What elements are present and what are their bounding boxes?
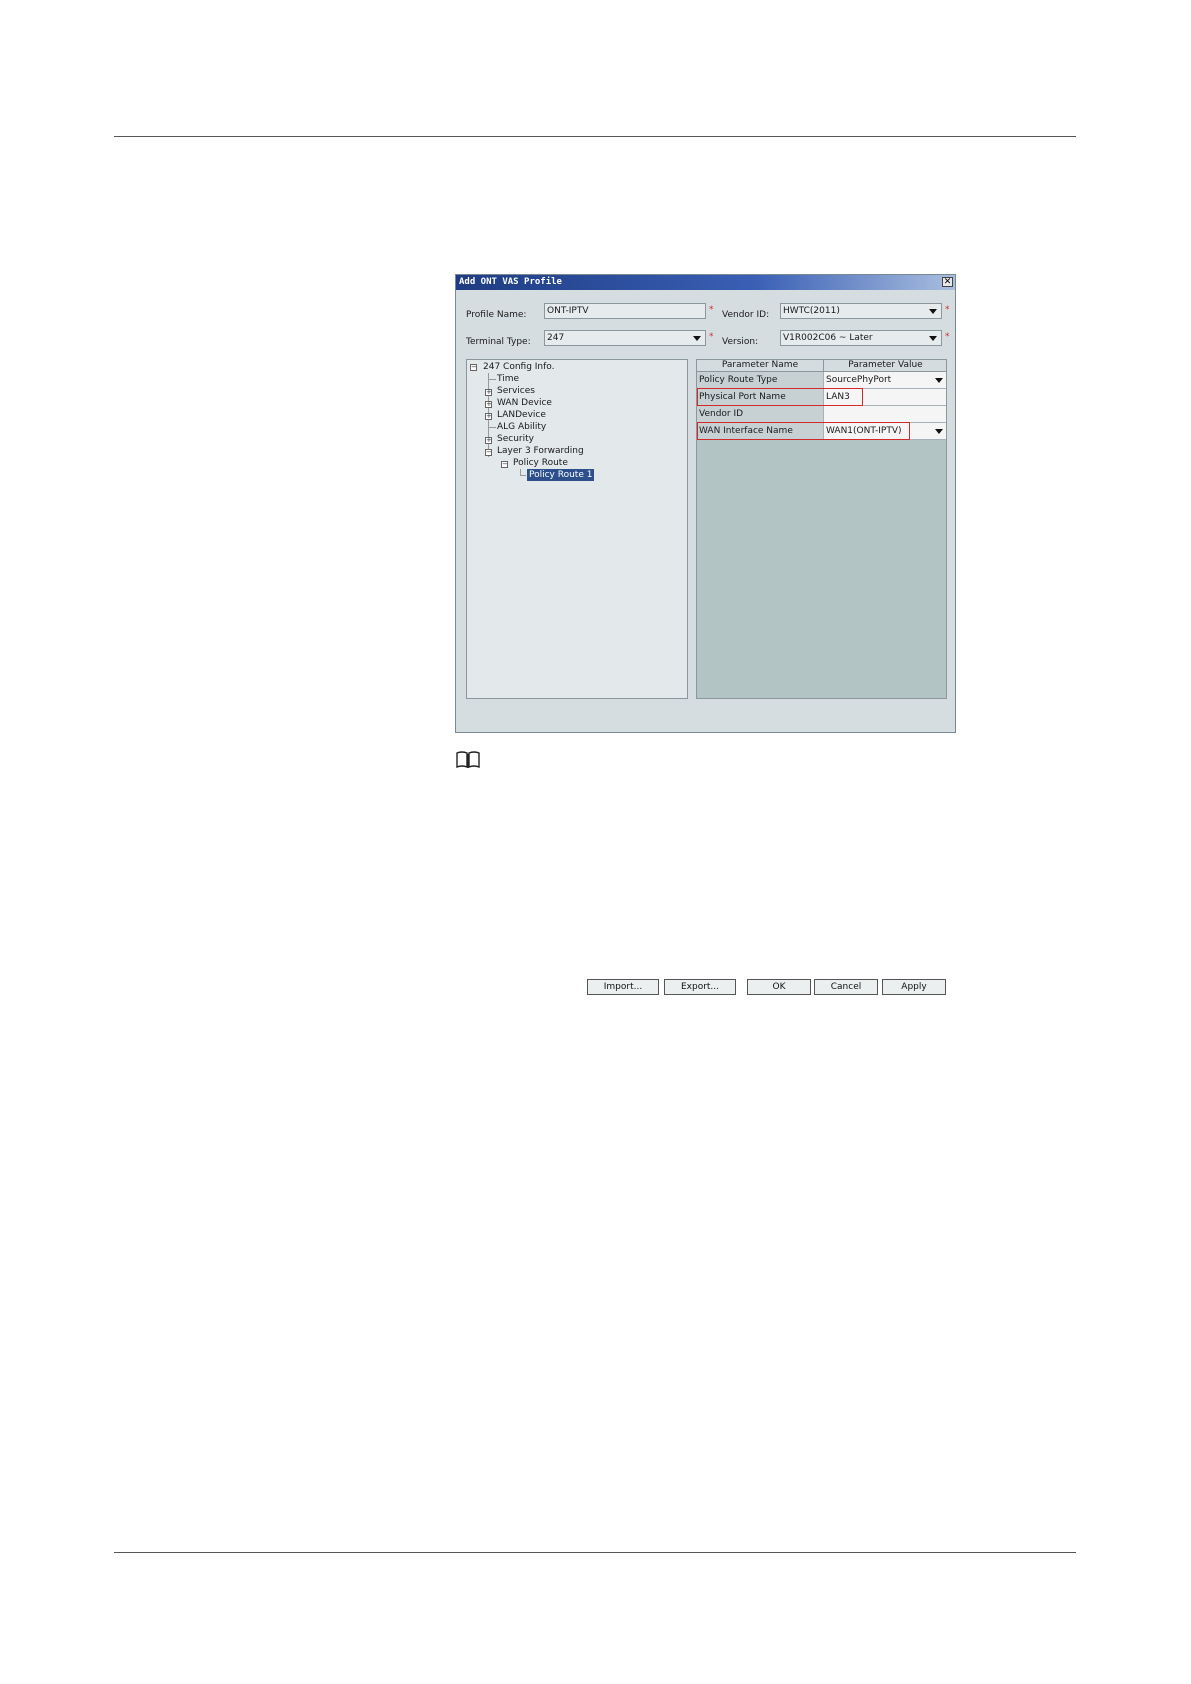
tree-item-policy-route-1[interactable]: Policy Route 1 (527, 469, 595, 481)
book-icon (456, 751, 480, 769)
export-button[interactable]: Export... (664, 979, 736, 995)
cancel-button[interactable]: Cancel (814, 979, 878, 995)
param-value-input[interactable] (823, 406, 946, 422)
table-row: Physical Port Name LAN3 (697, 389, 946, 406)
header-rule (114, 136, 1076, 137)
version-select[interactable]: V1R002C06 ~ Later (780, 330, 942, 346)
import-button[interactable]: Import... (587, 979, 659, 995)
profile-name-label: Profile Name: (466, 310, 527, 320)
expand-icon[interactable]: + (485, 413, 492, 420)
table-row: Policy Route Type SourcePhyPort (697, 372, 946, 389)
vendor-id-label: Vendor ID: (722, 310, 770, 320)
expand-icon[interactable]: + (485, 389, 492, 396)
column-header-value: Parameter Value (823, 360, 947, 371)
column-header-name: Parameter Name (721, 360, 799, 370)
table-row: Vendor ID (697, 406, 946, 423)
version-label: Version: (722, 337, 759, 347)
tree-item-layer3-forwarding[interactable]: Layer 3 Forwarding (497, 445, 584, 457)
tree-item-policy-route[interactable]: Policy Route (513, 457, 568, 469)
table-header: Parameter Name Parameter Value (697, 360, 946, 372)
param-name: Vendor ID (697, 406, 823, 422)
add-ont-vas-profile-dialog: Add ONT VAS Profile ✕ Profile Name: ONT-… (455, 274, 956, 995)
tree-item-wan-device[interactable]: WAN Device (497, 397, 552, 409)
vendor-id-select[interactable]: HWTC(2011) (780, 303, 942, 319)
tree-item-time[interactable]: Time (497, 373, 519, 385)
tree-line (488, 379, 496, 380)
required-marker: * (709, 305, 714, 315)
footer-rule (114, 1552, 1076, 1553)
required-marker: * (709, 332, 714, 342)
tree-root[interactable]: 247 Config Info. (483, 361, 555, 373)
collapse-icon[interactable]: − (470, 364, 477, 371)
param-value-dropdown[interactable]: WAN1(ONT-IPTV) (823, 423, 946, 439)
terminal-type-label: Terminal Type: (466, 337, 531, 347)
param-name: Physical Port Name (697, 389, 823, 405)
tree-line (488, 427, 496, 428)
close-button[interactable]: ✕ (942, 277, 953, 287)
required-marker: * (945, 305, 950, 315)
collapse-icon[interactable]: − (501, 461, 508, 468)
terminal-type-select[interactable]: 247 (544, 330, 706, 346)
dialog-title: Add ONT VAS Profile (456, 275, 955, 290)
expand-icon[interactable]: + (485, 437, 492, 444)
tree-item-lan-device[interactable]: LANDevice (497, 409, 546, 421)
table-row: WAN Interface Name WAN1(ONT-IPTV) (697, 423, 946, 440)
profile-name-input[interactable]: ONT-IPTV (544, 303, 706, 319)
tree-line (520, 475, 526, 476)
tree-item-alg-ability[interactable]: ALG Ability (497, 421, 546, 433)
ok-button[interactable]: OK (747, 979, 811, 995)
collapse-icon[interactable]: − (485, 449, 492, 456)
param-name: Policy Route Type (697, 372, 823, 388)
param-value-dropdown[interactable]: SourcePhyPort (823, 372, 946, 388)
parameter-table: Parameter Name Parameter Value Policy Ro… (696, 359, 947, 699)
param-name: WAN Interface Name (697, 423, 823, 439)
expand-icon[interactable]: + (485, 401, 492, 408)
param-value-input[interactable]: LAN3 (823, 389, 946, 405)
required-marker: * (945, 332, 950, 342)
apply-button[interactable]: Apply (882, 979, 946, 995)
config-tree[interactable]: − 247 Config Info. Time + Services + WAN… (466, 359, 688, 699)
tree-item-services[interactable]: Services (497, 385, 535, 397)
tree-item-security[interactable]: Security (497, 433, 534, 445)
